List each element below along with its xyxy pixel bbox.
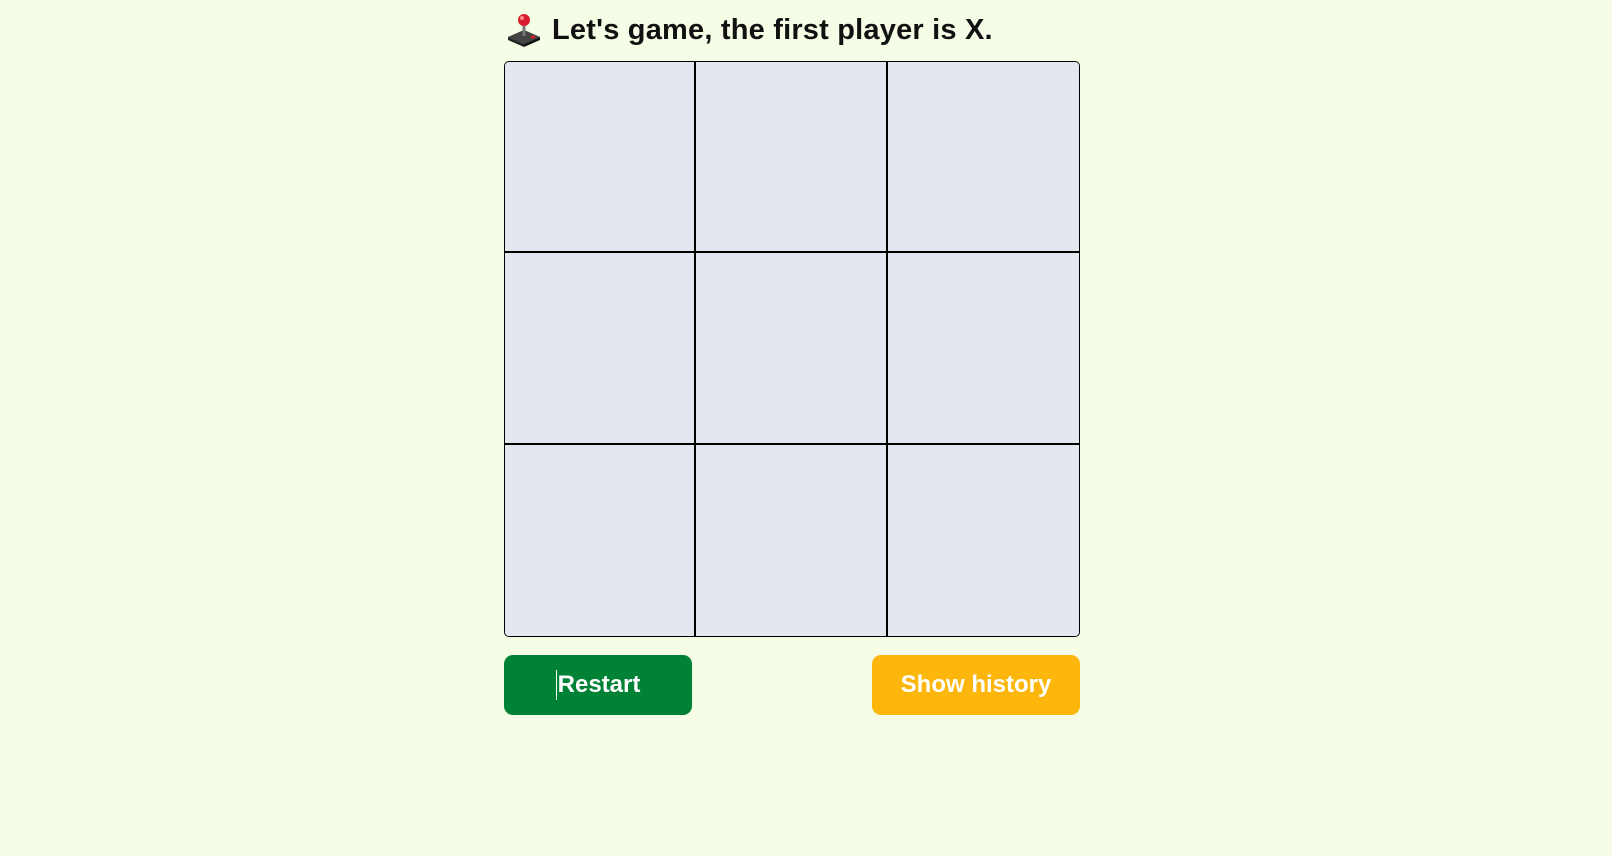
board-cell[interactable] [887,253,1079,445]
board-cell[interactable] [505,253,697,445]
joystick-icon [506,12,542,48]
board-cell[interactable] [887,444,1079,636]
show-history-button[interactable]: Show history [872,655,1080,715]
game-container: Let's game, the first player is X. Resta… [504,0,1080,715]
show-history-label: Show history [900,671,1052,698]
restart-label: Restart [557,671,641,698]
status-text: Let's game, the first player is X. [552,13,993,46]
text-caret [555,670,557,700]
board-cell[interactable] [887,62,1079,254]
action-bar: Restart Show history [504,655,1080,715]
board-cell[interactable] [505,62,697,254]
board-cell[interactable] [696,444,888,636]
game-board [504,61,1080,637]
board-cell[interactable] [505,444,697,636]
board-cell[interactable] [696,253,888,445]
board-cell[interactable] [696,62,888,254]
game-status: Let's game, the first player is X. [504,0,1080,60]
restart-button[interactable]: Restart [504,655,692,715]
